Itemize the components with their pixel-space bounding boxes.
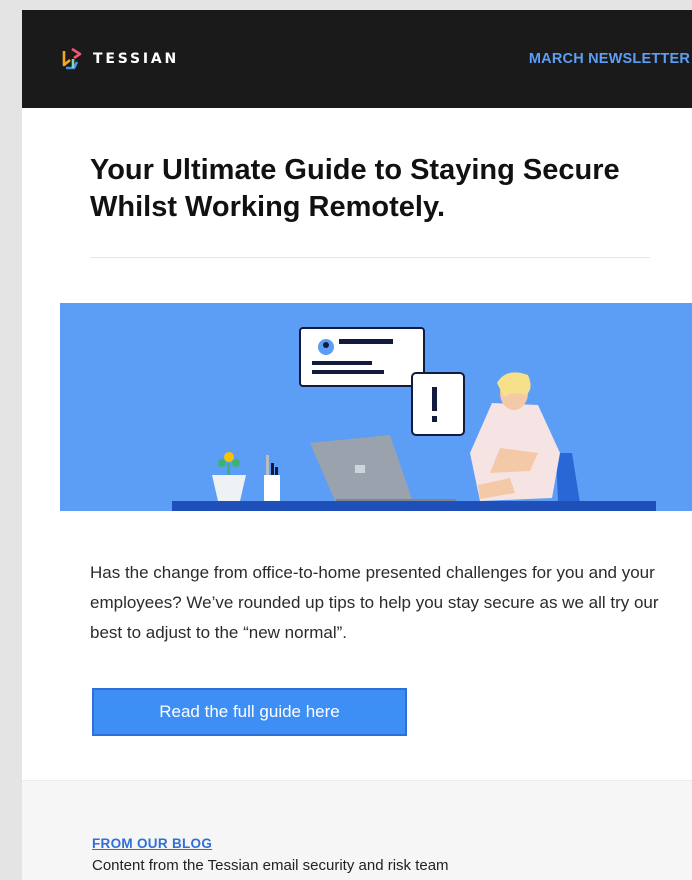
email-frame: TESSIAN MARCH NEWSLETTER Your Ultimate G… bbox=[22, 10, 692, 880]
brand-logo[interactable]: TESSIAN bbox=[60, 48, 179, 70]
page-title: Your Ultimate Guide to Staying Secure Wh… bbox=[90, 154, 620, 223]
brand-name: TESSIAN bbox=[93, 51, 180, 67]
newsletter-label: MARCH NEWSLETTER bbox=[528, 51, 690, 67]
email-header: TESSIAN MARCH NEWSLETTER bbox=[22, 10, 692, 108]
blog-subtitle: Content from the Tessian email security … bbox=[92, 857, 449, 874]
hero-illustration bbox=[60, 303, 692, 511]
blog-link[interactable]: FROM OUR BLOG bbox=[92, 836, 212, 851]
tessian-logo-icon bbox=[62, 48, 82, 70]
intro-text: Has the change from office-to-home prese… bbox=[90, 563, 659, 642]
read-guide-button[interactable]: Read the full guide here bbox=[92, 688, 407, 736]
divider bbox=[90, 257, 650, 258]
blog-section: FROM OUR BLOG Content from the Tessian e… bbox=[22, 780, 692, 880]
